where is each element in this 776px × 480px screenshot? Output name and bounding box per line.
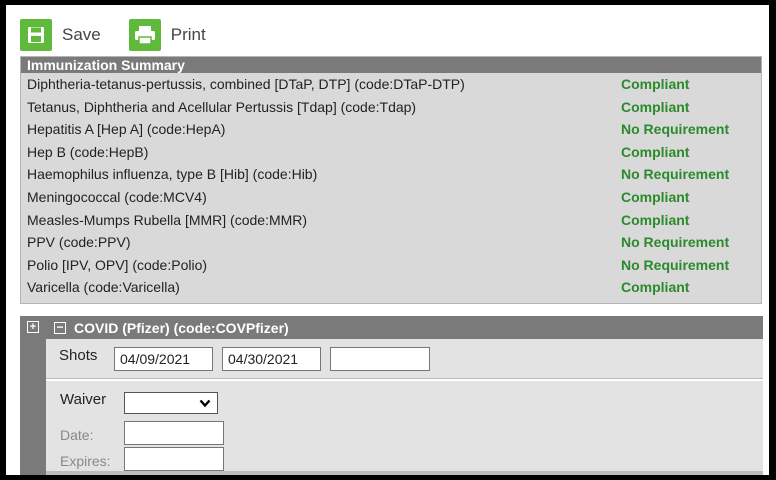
vaccine-name: Diphtheria-tetanus-pertussis, combined [… — [27, 76, 465, 92]
covid-section-header[interactable]: − COVID (Pfizer) (code:COVPfizer) — [46, 316, 763, 339]
summary-title: Immunization Summary — [21, 57, 761, 73]
side-expand-strip: + — [20, 316, 46, 475]
compliance-status: Compliant — [621, 211, 690, 228]
floppy-disk-icon — [20, 19, 52, 51]
save-label: Save — [62, 25, 101, 44]
waiver-expires-label: Expires: — [60, 453, 111, 469]
print-label: Print — [170, 25, 206, 44]
compliance-status: Compliant — [621, 76, 690, 92]
compliance-status: No Requirement — [621, 234, 730, 251]
summary-row: Measles-Mumps Rubella [MMR] (code:MMR) Co… — [27, 209, 761, 232]
vaccine-name: Tetanus, Diphtheria and Acellular Pertus… — [27, 98, 417, 115]
shot-date-3-input[interactable] — [330, 347, 430, 371]
waiver-section: Waiver Date: Expires: — [46, 381, 763, 475]
vaccine-name: Polio [IPV, OPV] (code:Polio) — [27, 256, 208, 273]
toolbar: Save Print — [20, 17, 234, 53]
vaccine-name: Hepatitis A [Hep A] (code:HepA) — [27, 121, 226, 138]
app-window: Save Print Immunization Summary Diphther… — [6, 5, 769, 475]
waiver-expires-input[interactable] — [124, 447, 224, 471]
compliance-status: No Requirement — [621, 121, 730, 138]
vaccine-name: Hep B (code:HepB) — [27, 143, 149, 160]
vaccine-name: Meningococcal (code:MCV4) — [27, 188, 207, 205]
compliance-status: Compliant — [621, 188, 690, 205]
waiver-label: Waiver — [60, 391, 107, 408]
collapse-icon[interactable]: − — [54, 321, 66, 334]
vaccine-name: PPV (code:PPV) — [27, 234, 131, 251]
chevron-down-icon — [199, 399, 211, 408]
summary-row: Varicella (code:Varicella) Compliant — [27, 276, 761, 299]
summary-row: Hep B (code:HepB) Compliant — [27, 141, 761, 164]
compliance-status: No Requirement — [621, 166, 730, 183]
shots-label: Shots — [59, 347, 98, 364]
expand-icon[interactable]: + — [27, 321, 39, 333]
vaccine-name: Varicella (code:Varicella) — [27, 279, 180, 296]
immunization-summary-panel: Immunization Summary Diphtheria-tetanus-… — [20, 56, 762, 304]
waiver-date-input[interactable] — [124, 421, 224, 445]
print-button[interactable]: Print — [128, 19, 206, 51]
shots-row: Shots — [46, 339, 763, 379]
summary-list: Diphtheria-tetanus-pertussis, combined [… — [21, 73, 761, 299]
compliance-status: Compliant — [621, 143, 690, 160]
vaccine-name: Haemophilus influenza, type B [Hib] (cod… — [27, 166, 318, 183]
shot-date-2-input[interactable] — [222, 347, 321, 371]
vaccine-name: Measles-Mumps Rubella [MMR] (code:MMR) — [27, 211, 308, 228]
section-divider — [46, 471, 763, 475]
summary-row: Polio [IPV, OPV] (code:Polio) No Requirem… — [27, 254, 761, 277]
compliance-status: Compliant — [621, 279, 690, 296]
compliance-status: No Requirement — [621, 256, 730, 273]
compliance-status: Compliant — [621, 98, 690, 115]
covid-section-title: COVID (Pfizer) (code:COVPfizer) — [74, 319, 289, 336]
shot-date-1-input[interactable] — [114, 347, 213, 371]
summary-row: Diphtheria-tetanus-pertussis, combined [… — [27, 73, 761, 96]
summary-row: PPV (code:PPV) No Requirement — [27, 231, 761, 254]
summary-row: Hepatitis A [Hep A] (code:HepA) No Requir… — [27, 118, 761, 141]
summary-row: Haemophilus influenza, type B [Hib] (cod… — [27, 163, 761, 186]
save-button[interactable]: Save — [20, 19, 101, 51]
summary-row: Meningococcal (code:MCV4) Compliant — [27, 186, 761, 209]
summary-row: Tetanus, Diphtheria and Acellular Pertus… — [27, 96, 761, 119]
printer-icon — [128, 19, 161, 51]
waiver-date-label: Date: — [60, 427, 94, 443]
waiver-select[interactable] — [124, 392, 218, 414]
